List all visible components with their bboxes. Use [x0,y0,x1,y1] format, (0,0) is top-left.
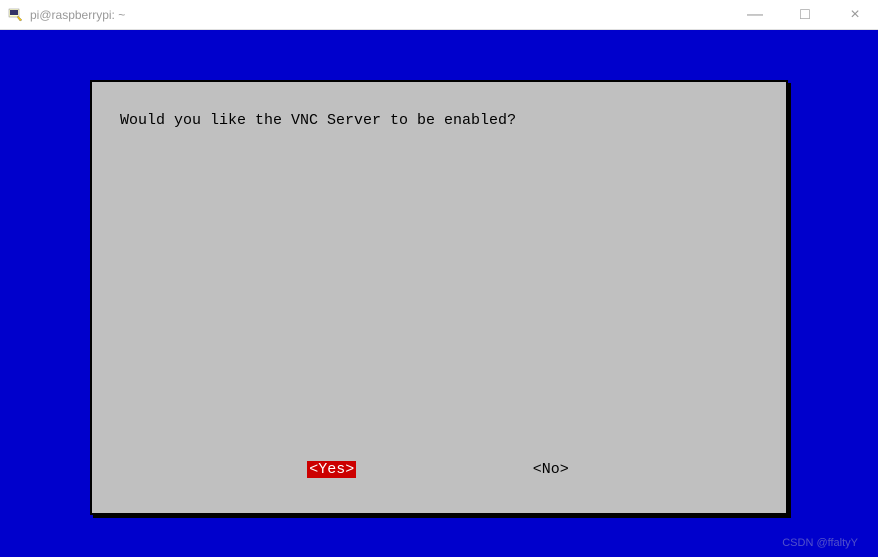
watermark-text: CSDN @ffaltyY [782,537,858,549]
putty-icon [8,7,24,23]
window-controls: — □ × [740,6,870,24]
close-button[interactable]: × [840,6,870,24]
yes-button[interactable]: <Yes> [307,461,356,478]
dialog-body [120,139,758,461]
terminal-area: Would you like the VNC Server to be enab… [0,30,878,557]
app-window: pi@raspberrypi: ~ — □ × Would you like t… [0,0,878,557]
dialog-question: Would you like the VNC Server to be enab… [120,112,758,129]
minimize-button[interactable]: — [740,6,770,24]
no-button[interactable]: <No> [531,461,571,478]
window-title: pi@raspberrypi: ~ [30,8,740,22]
maximize-button[interactable]: □ [790,6,820,24]
config-dialog: Would you like the VNC Server to be enab… [90,80,788,515]
titlebar[interactable]: pi@raspberrypi: ~ — □ × [0,0,878,30]
dialog-button-row: <Yes> <No> [120,461,758,488]
